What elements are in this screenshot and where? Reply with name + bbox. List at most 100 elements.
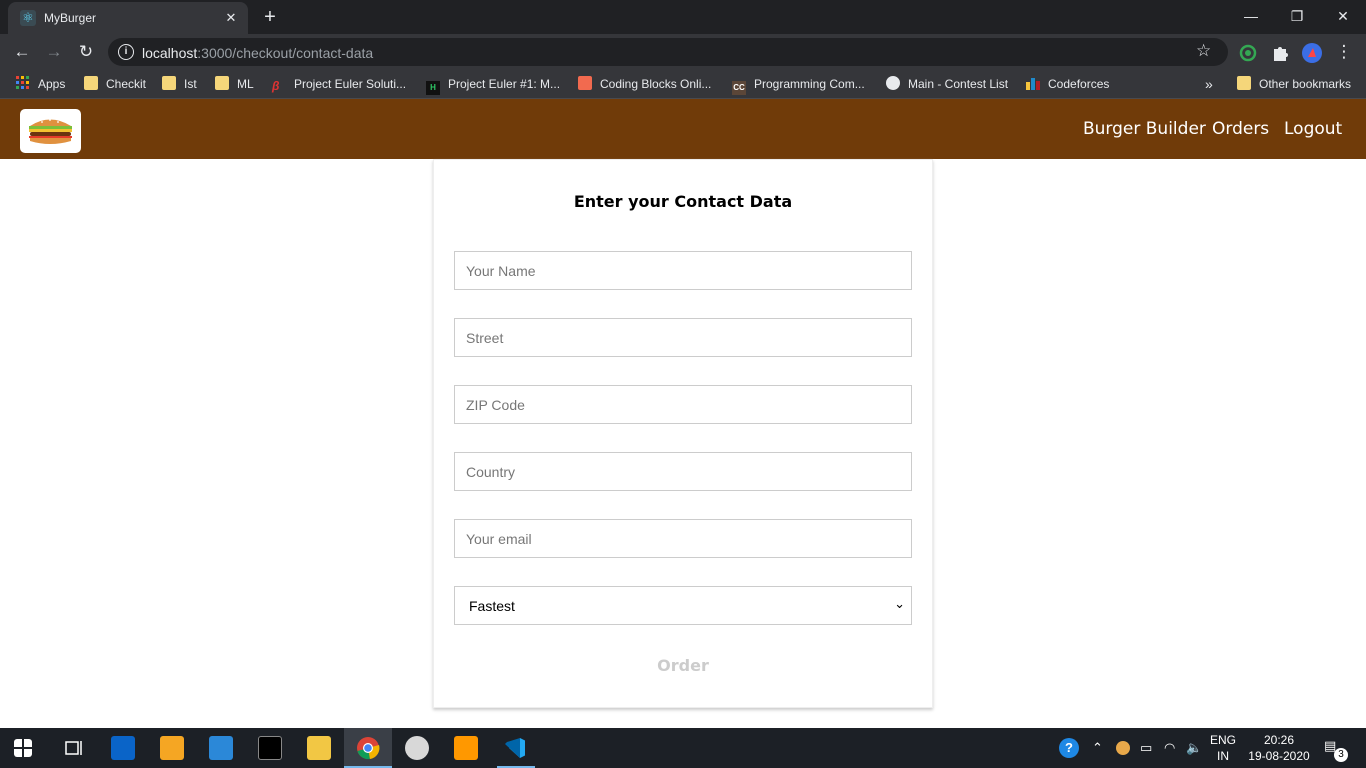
battery-icon[interactable]: ▭ [1140, 740, 1152, 756]
bookmark-label: Programming Com... [754, 77, 865, 91]
extensions-puzzle-icon[interactable] [1270, 43, 1290, 63]
burger-logo[interactable] [20, 109, 81, 153]
contact-data-card: Enter your Contact Data Fastest ⌄ Order [433, 159, 933, 708]
bookmark-main-contest-list[interactable]: Main - Contest List [886, 76, 1008, 93]
new-tab-icon[interactable]: + [258, 6, 282, 30]
media-player-icon[interactable] [160, 736, 184, 760]
site-info-icon[interactable]: i [118, 44, 134, 60]
bookmark-label: Codeforces [1048, 77, 1110, 91]
bookmark-ist[interactable]: Ist [162, 76, 197, 93]
profile-avatar-icon[interactable] [1302, 43, 1322, 63]
browser-tab[interactable]: ⚛ MyBurger ✕ [8, 2, 248, 34]
bookmark-codeforces[interactable]: Codeforces [1026, 76, 1109, 93]
mail-icon[interactable] [111, 736, 135, 760]
url-path: :3000/checkout/contact-data [197, 45, 374, 61]
address-bar[interactable]: i localhost:3000/checkout/contact-data ☆ [108, 38, 1228, 66]
react-favicon-icon: ⚛ [20, 10, 36, 26]
chevron-down-icon: ⌄ [894, 596, 905, 611]
bookmark-checkit[interactable]: Checkit [84, 76, 146, 93]
bookmark-other-bookmarks[interactable]: Other bookmarks [1237, 76, 1351, 93]
minimize-window-icon[interactable]: — [1228, 0, 1274, 32]
weather-icon[interactable] [1116, 741, 1130, 755]
name-input[interactable] [454, 251, 912, 290]
email-input[interactable] [454, 519, 912, 558]
back-arrow-icon[interactable]: ← [10, 40, 34, 64]
system-clock[interactable]: 20:26 19-08-2020 [1244, 732, 1314, 764]
bookmark-label: Checkit [106, 77, 147, 91]
coding-blocks-icon [578, 76, 592, 90]
bookmark-label: Ist [184, 77, 197, 91]
clock-app-icon[interactable] [405, 736, 429, 760]
nav-orders[interactable]: Orders [1212, 119, 1269, 139]
chrome-icon[interactable] [356, 736, 380, 760]
tab-title: MyBurger [44, 11, 97, 25]
globe-icon [886, 76, 900, 90]
bookmark-label: Main - Contest List [908, 77, 1009, 91]
reload-icon[interactable]: ↻ [74, 40, 98, 64]
bookmark-project-euler-1[interactable]: H Project Euler #1: M... [426, 76, 561, 95]
task-view-icon[interactable] [62, 736, 86, 760]
sublime-text-icon[interactable] [454, 736, 478, 760]
codeforces-icon [1026, 78, 1040, 90]
delivery-method-select[interactable]: Fastest ⌄ [454, 586, 912, 625]
url-host: localhost [142, 45, 198, 61]
windows-start-icon[interactable] [14, 739, 32, 757]
url-text[interactable]: localhost:3000/checkout/contact-data [142, 45, 373, 61]
order-button[interactable]: Order [434, 656, 932, 675]
command-prompt-icon[interactable] [258, 736, 282, 760]
hackerrank-icon: H [426, 81, 440, 95]
control-panel-icon[interactable] [209, 736, 233, 760]
burger-logo-icon [29, 119, 72, 144]
bookmark-label: ML [237, 77, 254, 91]
bookmark-programming-com[interactable]: CC Programming Com... [732, 76, 865, 95]
region-code: IN [1217, 749, 1229, 763]
extension-ring-icon[interactable] [1238, 43, 1258, 63]
bookmark-coding-blocks[interactable]: Coding Blocks Onli... [578, 76, 711, 93]
bookmark-project-euler-solutions[interactable]: β Project Euler Soluti... [272, 76, 406, 93]
bookmarks-overflow-chevron[interactable]: » [1205, 76, 1213, 93]
bookmark-label: Project Euler Soluti... [294, 77, 407, 91]
apps-grid-icon [16, 76, 29, 89]
clock-time: 20:26 [1263, 733, 1295, 747]
input-language-indicator[interactable]: ENG IN [1210, 732, 1236, 764]
wifi-icon[interactable]: ◠ [1164, 740, 1175, 756]
language-code: ENG [1210, 733, 1237, 747]
close-window-icon[interactable]: ✕ [1320, 0, 1366, 32]
bookmark-label: Project Euler #1: M... [448, 77, 561, 91]
windows-taskbar: ? ⌃ ▭ ◠ 🔈 ENG IN 20:26 19-08-2020 ▤ 3 [0, 728, 1366, 768]
bookmark-ml[interactable]: ML [215, 76, 254, 93]
folder-icon [84, 76, 98, 90]
clock-date: 19-08-2020 [1248, 749, 1310, 763]
folder-icon [1237, 76, 1251, 90]
browser-menu-icon[interactable]: ⋮ [1332, 40, 1356, 64]
forward-arrow-icon[interactable]: → [42, 40, 66, 64]
bookmark-label: Apps [38, 77, 66, 91]
zip-code-input[interactable] [454, 385, 912, 424]
country-input[interactable] [454, 452, 912, 491]
codechef-icon: CC [732, 81, 746, 95]
contact-data-title: Enter your Contact Data [573, 192, 793, 211]
show-hidden-icons-chevron-icon[interactable]: ⌃ [1092, 740, 1103, 756]
file-explorer-icon[interactable] [307, 736, 331, 760]
folder-icon [215, 76, 229, 90]
beta-logo-icon: β [272, 79, 280, 93]
bookmark-label: Other bookmarks [1259, 77, 1352, 91]
browser-toolbar: ← → ↻ i localhost:3000/checkout/contact-… [0, 34, 1366, 70]
folder-icon [162, 76, 176, 90]
tab-close-icon[interactable]: ✕ [222, 9, 240, 27]
nav-burger-builder[interactable]: Burger Builder [1083, 119, 1206, 139]
nav-logout[interactable]: Logout [1284, 119, 1342, 139]
volume-icon[interactable]: 🔈 [1186, 740, 1202, 756]
bookmark-apps[interactable]: Apps [16, 76, 65, 93]
browser-title-bar: ⚛ MyBurger ✕ + — ❐ ✕ [0, 0, 1366, 34]
vscode-icon[interactable] [503, 736, 527, 760]
restore-window-icon[interactable]: ❐ [1274, 0, 1320, 32]
app-toolbar: Burger Builder Orders Logout [0, 99, 1366, 159]
bookmarks-bar: Apps Checkit Ist ML β Project Euler Solut… [0, 70, 1366, 99]
bookmark-star-icon[interactable]: ☆ [1196, 41, 1211, 61]
street-input[interactable] [454, 318, 912, 357]
delivery-method-value: Fastest [469, 598, 515, 614]
notification-count-badge: 3 [1334, 748, 1348, 762]
help-icon[interactable]: ? [1059, 738, 1079, 758]
bookmark-label: Coding Blocks Onli... [600, 77, 712, 91]
